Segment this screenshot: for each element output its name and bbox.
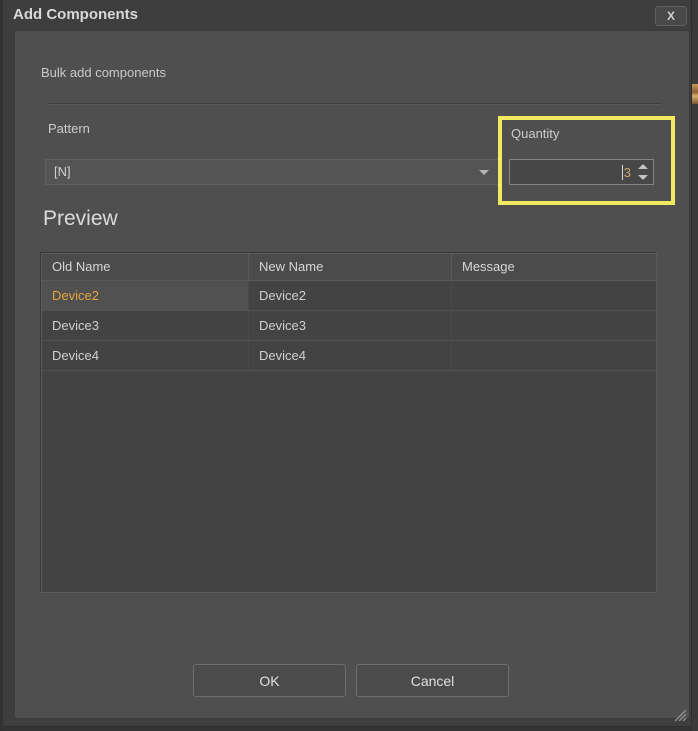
spin-up-icon[interactable] — [638, 164, 648, 169]
quantity-label: Quantity — [511, 126, 559, 141]
cell-message[interactable] — [452, 311, 656, 340]
quantity-value-wrap: 3 — [622, 160, 631, 184]
close-button[interactable]: X — [655, 6, 687, 26]
cell-new-name[interactable]: Device3 — [249, 311, 452, 340]
spin-buttons — [636, 160, 650, 184]
cell-old-name[interactable]: Device3 — [42, 311, 249, 340]
dialog-title: Add Components — [13, 0, 138, 30]
cell-new-name[interactable]: Device2 — [249, 281, 452, 310]
chevron-down-icon — [479, 170, 489, 175]
add-components-dialog: Add Components X Bulk add components Pat… — [3, 0, 692, 727]
column-header-new-name[interactable]: New Name — [249, 254, 452, 280]
dialog-titlebar[interactable]: Add Components X — [3, 0, 691, 30]
section-divider — [49, 103, 661, 105]
pattern-label: Pattern — [48, 121, 90, 136]
preview-heading: Preview — [43, 207, 118, 231]
ok-button[interactable]: OK — [193, 664, 346, 697]
spin-down-icon[interactable] — [638, 175, 648, 180]
quantity-stepper[interactable]: 3 — [509, 159, 654, 185]
table-header-row: Old Name New Name Message — [42, 254, 656, 281]
preview-table: Old Name New Name Message Device2 Device… — [41, 253, 657, 593]
cell-message[interactable] — [452, 341, 656, 370]
resize-grip-icon[interactable] — [671, 706, 687, 722]
pattern-dropdown-value: [N] — [54, 164, 71, 179]
text-cursor — [622, 165, 623, 180]
cell-message[interactable] — [452, 281, 656, 310]
cell-old-name[interactable]: Device2 — [42, 281, 249, 310]
dialog-content-panel: Bulk add components Pattern [N] Quantity… — [14, 30, 690, 719]
pattern-dropdown[interactable]: [N] — [45, 159, 499, 185]
background-edge-right — [692, 0, 698, 731]
column-header-message[interactable]: Message — [452, 254, 656, 280]
table-row[interactable]: Device2 Device2 — [42, 281, 656, 311]
cancel-button[interactable]: Cancel — [356, 664, 509, 697]
quantity-value: 3 — [624, 165, 631, 180]
table-row[interactable]: Device3 Device3 — [42, 311, 656, 341]
cell-old-name[interactable]: Device4 — [42, 341, 249, 370]
background-fragment — [692, 84, 698, 104]
cell-new-name[interactable]: Device4 — [249, 341, 452, 370]
table-row[interactable]: Device4 Device4 — [42, 341, 656, 371]
bulk-add-description: Bulk add components — [41, 65, 166, 80]
column-header-old-name[interactable]: Old Name — [42, 254, 249, 280]
